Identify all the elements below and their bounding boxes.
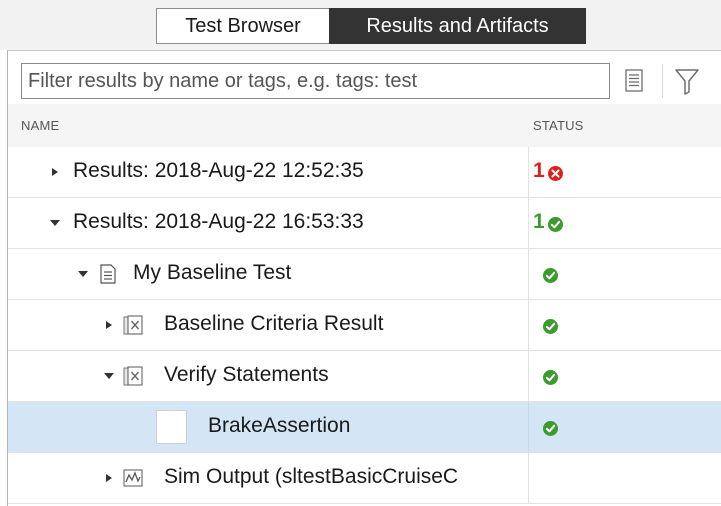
document-icon — [100, 264, 116, 284]
list-view-icon[interactable] — [621, 67, 647, 95]
results-table-header: NAME STATUS — [8, 104, 721, 148]
pass-status-icon — [548, 217, 563, 232]
fail-status-icon — [548, 166, 563, 181]
test-row-my-baseline-test[interactable]: My Baseline Test — [8, 249, 721, 300]
filter-funnel-icon[interactable] — [672, 65, 702, 97]
filter-bar — [8, 51, 721, 104]
criteria-label: Baseline Criteria Result — [164, 312, 384, 335]
column-header-status[interactable]: STATUS — [533, 118, 584, 133]
pass-status-icon — [543, 421, 558, 436]
sim-output-label: Sim Output (sltestBasicCruiseC — [164, 465, 459, 488]
caret-down-icon[interactable] — [76, 267, 90, 281]
filter-results-input[interactable] — [21, 63, 610, 99]
signal-icon — [123, 469, 143, 487]
test-manager-panel: Test Browser Results and Artifacts NAME … — [0, 0, 721, 506]
test-label: My Baseline Test — [133, 261, 292, 284]
brake-assertion-label: BrakeAssertion — [208, 414, 351, 437]
result-row-12-52-35[interactable]: Results: 2018-Aug-22 12:52:35 1 — [8, 147, 721, 198]
fail-count: 1 — [533, 159, 545, 182]
tab-test-browser[interactable]: Test Browser — [156, 8, 329, 44]
column-header-name[interactable]: NAME — [21, 118, 59, 133]
caret-down-icon[interactable] — [102, 369, 116, 383]
caret-right-icon[interactable] — [102, 471, 116, 485]
caret-right-icon[interactable] — [48, 165, 62, 179]
tab-results-and-artifacts[interactable]: Results and Artifacts — [329, 8, 586, 44]
verify-statements-label: Verify Statements — [164, 363, 329, 386]
result-row-16-53-33[interactable]: Results: 2018-Aug-22 16:53:33 1 — [8, 198, 721, 249]
pass-status-icon — [543, 268, 558, 283]
row-verify-statements[interactable]: Verify Statements — [8, 351, 721, 402]
row-sim-output[interactable]: Sim Output (sltestBasicCruiseC — [8, 453, 721, 504]
criteria-icon — [123, 366, 143, 386]
result-label: Results: 2018-Aug-22 16:53:33 — [73, 210, 364, 233]
result-label: Results: 2018-Aug-22 12:52:35 — [73, 159, 364, 182]
toolbar-separator — [662, 64, 663, 98]
tab-bar: Test Browser Results and Artifacts — [0, 0, 721, 50]
criteria-icon — [123, 315, 143, 335]
caret-right-icon[interactable] — [102, 318, 116, 332]
row-brake-assertion[interactable]: BrakeAssertion — [8, 402, 721, 453]
results-panel: NAME STATUS Results: 2018-Aug-22 12:52:3… — [7, 50, 721, 506]
assertion-icon-box — [156, 410, 187, 444]
pass-status-icon — [543, 370, 558, 385]
row-baseline-criteria-result[interactable]: Baseline Criteria Result — [8, 300, 721, 351]
pass-count: 1 — [533, 210, 545, 233]
pass-status-icon — [543, 319, 558, 334]
caret-down-icon[interactable] — [48, 216, 62, 230]
